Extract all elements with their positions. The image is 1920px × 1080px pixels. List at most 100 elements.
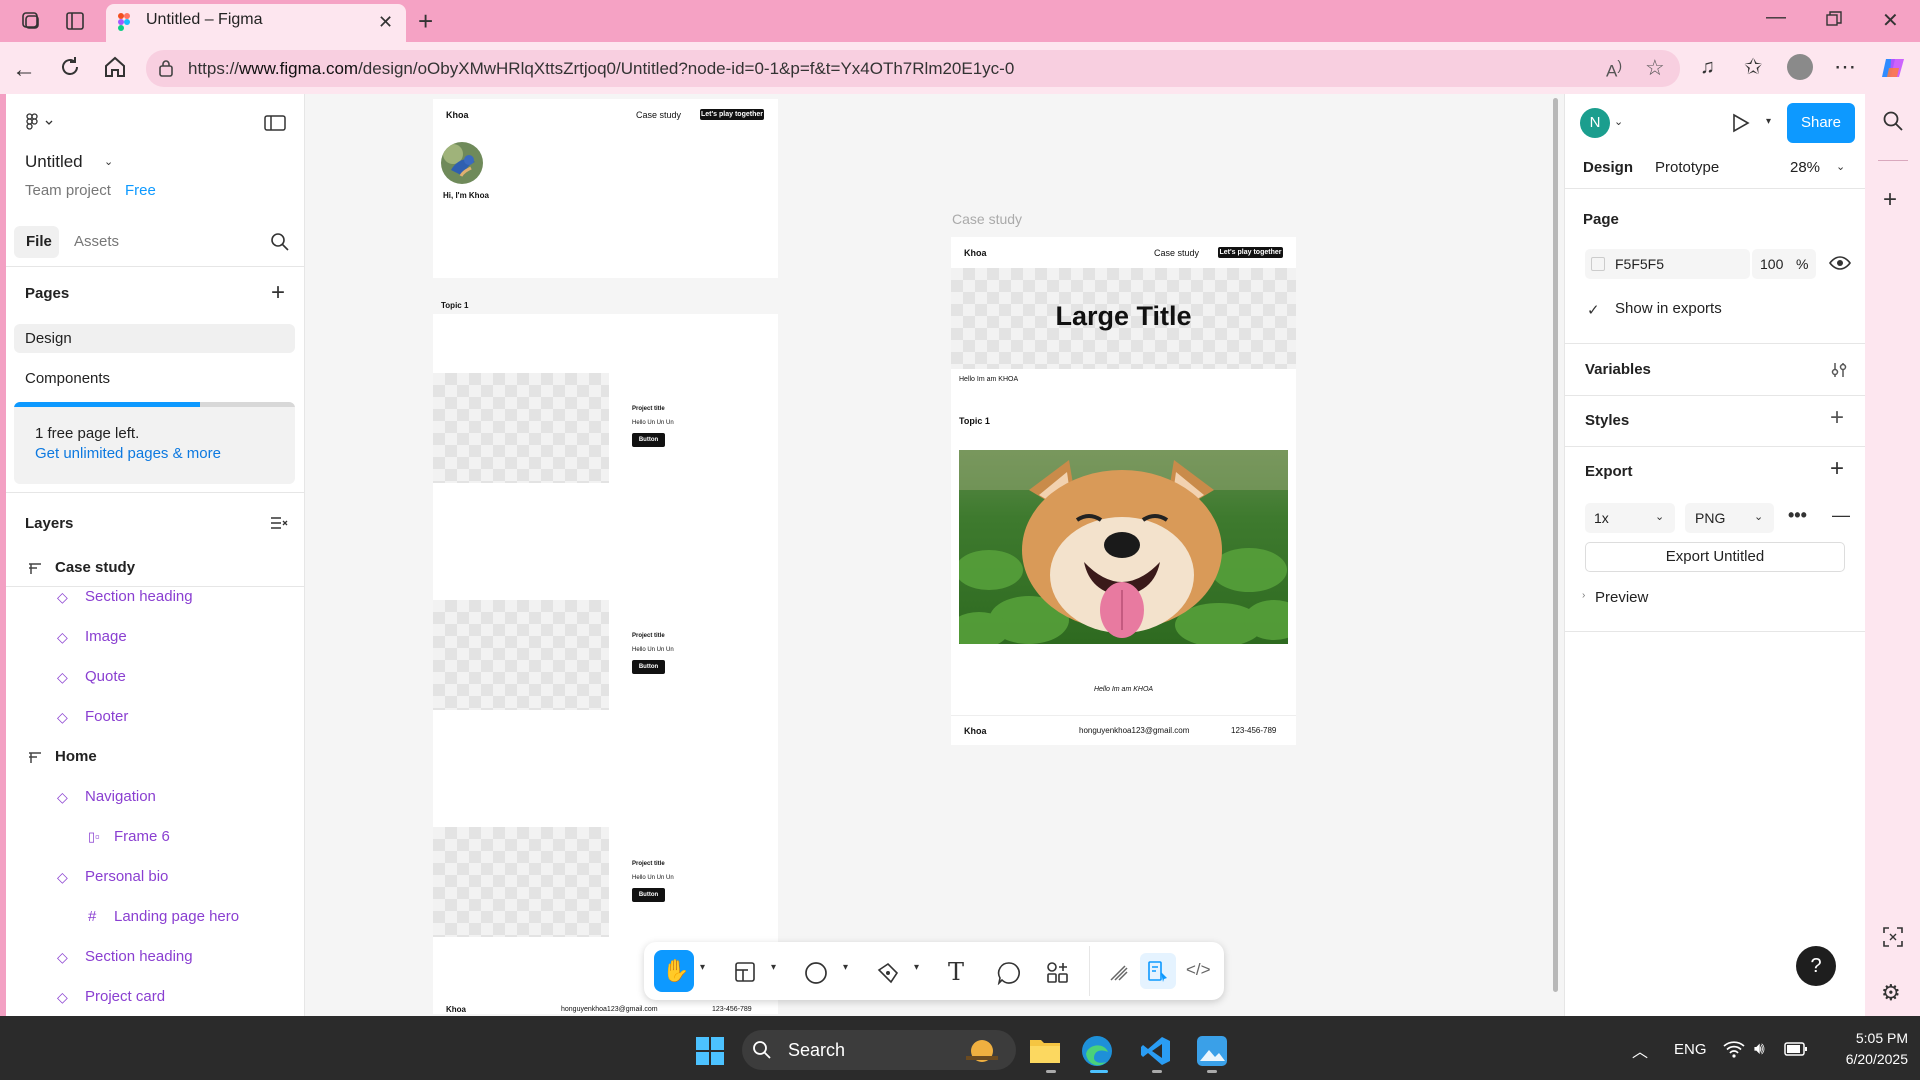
search-layers-icon[interactable] [270, 232, 290, 252]
figma-menu-icon[interactable] [26, 113, 56, 131]
text-tool-icon[interactable]: T [948, 958, 964, 986]
export-more-icon[interactable]: ••• [1788, 505, 1807, 526]
draw-mode-icon[interactable] [1108, 961, 1130, 983]
layer-landing-page-hero[interactable]: Landing page hero [114, 908, 239, 925]
dev-mode-icon[interactable]: </> [1186, 960, 1211, 980]
sidebar-search-icon[interactable] [1882, 110, 1904, 132]
layer-case-study[interactable]: Case study [55, 559, 135, 576]
hand-tool-icon[interactable]: ✋ [662, 958, 689, 984]
file-name[interactable]: Untitled [25, 152, 83, 172]
checkbox-checked-icon[interactable]: ✓ [1587, 301, 1600, 319]
layer-image[interactable]: Image [85, 628, 127, 645]
page-item-design[interactable]: Design [25, 330, 72, 347]
export-button[interactable]: Export Untitled [1585, 542, 1845, 572]
battery-icon[interactable] [1784, 1041, 1808, 1057]
color-swatch[interactable] [1591, 257, 1605, 271]
more-menu-icon[interactable]: ⋯ [1834, 54, 1856, 80]
layer-section-heading-2[interactable]: Section heading [85, 948, 193, 965]
add-style-icon[interactable]: + [1830, 404, 1844, 432]
volume-icon[interactable]: 🔊︎ [1754, 1039, 1765, 1059]
layer-frame-6[interactable]: Frame 6 [114, 828, 170, 845]
tab-file[interactable]: File [26, 233, 52, 250]
resources-tool-icon[interactable] [1046, 961, 1070, 985]
photos-app-icon[interactable] [1196, 1035, 1228, 1067]
help-icon[interactable]: ? [1796, 946, 1836, 986]
canvas-scrollbar[interactable] [1553, 98, 1558, 992]
input-language[interactable]: ENG [1674, 1041, 1707, 1058]
comment-tool-icon[interactable] [997, 961, 1021, 985]
refresh-icon[interactable] [58, 55, 82, 79]
wifi-icon[interactable] [1723, 1040, 1745, 1058]
share-button[interactable]: Share [1787, 103, 1855, 143]
toggle-sidebar-icon[interactable] [264, 115, 286, 131]
add-page-icon[interactable]: + [271, 279, 285, 307]
ellipse-tool-icon[interactable] [804, 961, 828, 985]
layer-project-card[interactable]: Project card [85, 988, 165, 1005]
chevron-down-icon[interactable]: ▾ [771, 962, 776, 973]
layer-home[interactable]: Home [55, 748, 97, 765]
bg-color-field[interactable] [1585, 249, 1750, 279]
extensions-icon[interactable]: ♫ [1700, 56, 1715, 79]
clock-time[interactable]: 5:05 PM [1828, 1030, 1908, 1046]
tab-actions-icon[interactable] [64, 10, 86, 32]
close-window-icon[interactable]: ✕ [1882, 8, 1899, 33]
tab-prototype[interactable]: Prototype [1655, 159, 1719, 176]
tab-design[interactable]: Design [1583, 159, 1633, 176]
preview-toggle[interactable]: Preview [1595, 589, 1648, 606]
file-menu-chevron-icon[interactable]: ⌄ [104, 155, 113, 168]
favorite-star-icon[interactable]: ☆ [1645, 55, 1665, 81]
upgrade-link[interactable]: Get unlimited pages & more [35, 445, 221, 462]
read-aloud-icon[interactable]: A) [1606, 58, 1622, 82]
present-play-icon[interactable] [1732, 113, 1750, 133]
back-icon[interactable]: ← [12, 56, 36, 84]
copilot-icon[interactable] [1880, 55, 1906, 81]
chevron-down-icon[interactable]: ▾ [843, 962, 848, 973]
screenshot-icon[interactable] [1882, 926, 1904, 948]
new-tab-icon[interactable]: + [418, 6, 433, 37]
chevron-down-icon[interactable]: ▾ [1766, 116, 1771, 127]
profile-avatar[interactable] [1787, 54, 1813, 80]
chevron-down-icon[interactable]: ▾ [914, 962, 919, 973]
settings-gear-icon[interactable]: ⚙ [1881, 980, 1901, 1006]
home-icon[interactable] [103, 55, 127, 79]
zoom-level[interactable]: 28% [1790, 159, 1820, 176]
clock-date[interactable]: 6/20/2025 [1818, 1051, 1908, 1067]
tab-assets[interactable]: Assets [74, 233, 119, 250]
file-explorer-icon[interactable] [1029, 1036, 1061, 1064]
zoom-chevron-icon[interactable]: ⌄ [1836, 160, 1845, 173]
minimize-icon[interactable]: — [1766, 6, 1786, 29]
show-hidden-icons-chevron[interactable]: ︿ [1632, 1038, 1648, 1062]
layer-options-icon[interactable] [270, 515, 288, 531]
add-export-icon[interactable]: + [1830, 455, 1844, 483]
frame-tool-icon[interactable] [734, 961, 756, 983]
layer-navigation[interactable]: Navigation [85, 788, 156, 805]
vscode-icon[interactable] [1140, 1035, 1172, 1067]
windows-start-icon[interactable] [695, 1036, 725, 1066]
visibility-eye-icon[interactable] [1829, 255, 1851, 271]
chevron-down-icon[interactable]: ▾ [700, 962, 705, 973]
layer-footer[interactable]: Footer [85, 708, 128, 725]
layer-personal-bio[interactable]: Personal bio [85, 868, 168, 885]
edge-browser-icon[interactable] [1080, 1034, 1114, 1068]
layer-section-heading[interactable]: Section heading [85, 588, 193, 605]
preview-chevron-icon[interactable]: › [1582, 590, 1585, 601]
remove-export-icon[interactable]: — [1832, 505, 1850, 526]
page-item-components[interactable]: Components [25, 370, 110, 387]
case-study-frame-label[interactable]: Case study [952, 211, 1022, 227]
chevron-down-icon[interactable]: ⌄ [1614, 115, 1623, 128]
bg-color-hex[interactable]: F5F5F5 [1615, 256, 1664, 272]
pen-tool-icon[interactable] [876, 961, 900, 985]
bg-opacity-value[interactable]: 100 [1760, 256, 1783, 272]
design-mode-icon[interactable] [1147, 960, 1169, 982]
plan-badge[interactable]: Free [125, 182, 156, 199]
close-tab-icon[interactable]: ✕ [378, 12, 393, 33]
variables-settings-icon[interactable] [1830, 362, 1848, 378]
site-info-icon[interactable] [158, 59, 174, 77]
user-avatar[interactable]: N [1580, 108, 1610, 138]
workspaces-icon[interactable] [20, 10, 42, 32]
restore-icon[interactable] [1826, 11, 1842, 27]
home-hero-frame[interactable] [433, 99, 778, 278]
sidebar-add-icon[interactable]: + [1883, 186, 1897, 214]
favorites-icon[interactable]: ✩ [1744, 54, 1762, 80]
layer-quote[interactable]: Quote [85, 668, 126, 685]
